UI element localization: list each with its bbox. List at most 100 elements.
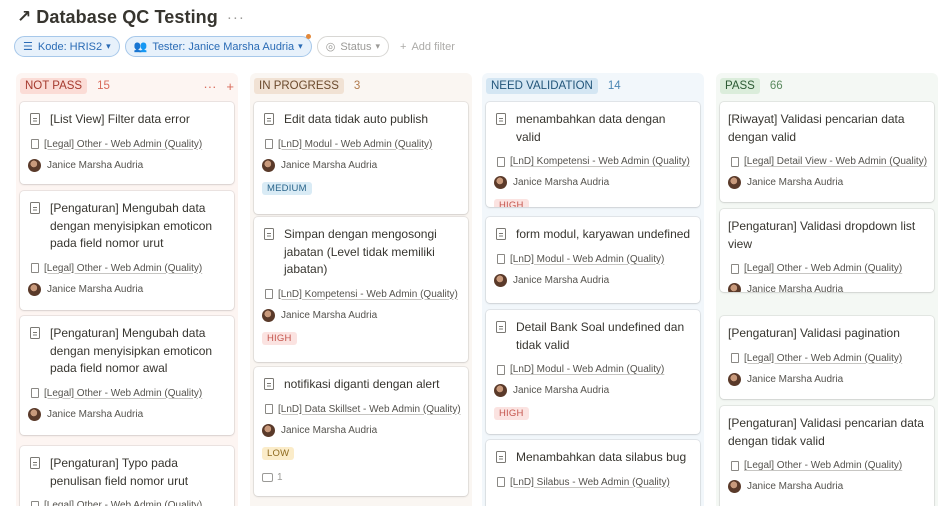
card-relation-text: [LnD] Silabus - Web Admin (Quality) [510, 476, 670, 488]
card-title-text: [Pengaturan] Validasi pencarian data den… [728, 416, 924, 448]
comment-icon [262, 472, 273, 482]
card-tester-name: Janice Marsha Audria [281, 159, 378, 171]
task-card[interactable]: [List View] Filter data error [Legal] Oth… [20, 102, 234, 184]
linked-database-arrow-icon[interactable]: ↗ [17, 7, 31, 27]
filter-status[interactable]: ◎ Status ▾ [316, 36, 390, 57]
card-tester: Janice Marsha Audria [28, 407, 226, 421]
task-card[interactable]: Menambahkan data silabus bug [LnD] Silabu… [486, 440, 700, 506]
card-relation-text: [LnD] Modul - Web Admin (Quality) [278, 138, 433, 150]
card-tester: Janice Marsha Audria [28, 158, 226, 172]
priority-badge: MEDIUM [262, 181, 312, 195]
avatar [728, 480, 741, 493]
column-more-icon[interactable]: ··· [203, 79, 216, 94]
task-card[interactable]: [Pengaturan] Mengubah data dengan menyis… [20, 191, 234, 310]
task-card[interactable]: [Pengaturan] Mengubah data dengan menyis… [20, 316, 234, 435]
task-card[interactable]: [Pengaturan] Validasi dropdown list view… [720, 209, 934, 292]
column-add-icon[interactable]: + [226, 79, 234, 94]
card-relation[interactable]: [LnD] Silabus - Web Admin (Quality) [494, 477, 692, 488]
card-relation[interactable]: [LnD] Kompetensi - Web Admin (Quality) [262, 289, 460, 300]
card-title-text: Menambahkan data silabus bug [516, 450, 687, 464]
column-tools: ··· + [203, 79, 234, 94]
card-title-text: notifikasi diganti dengan alert [284, 377, 440, 391]
card-tester-name: Janice Marsha Audria [47, 283, 144, 295]
add-filter-button[interactable]: + Add filter [394, 36, 461, 57]
page-title[interactable]: Database QC Testing [36, 7, 218, 28]
card-title-text: menambahkan data dengan valid [516, 112, 666, 144]
card-title: menambahkan data dengan valid [494, 111, 692, 146]
comment-count[interactable]: 1 [262, 472, 460, 483]
plus-icon: + [400, 40, 407, 53]
column-count: 14 [607, 80, 621, 92]
task-card[interactable]: Detail Bank Soal undefined dan tidak val… [486, 310, 700, 434]
card-tester: Janice Marsha Audria [728, 176, 926, 189]
card-title: Menambahkan data silabus bug [494, 449, 692, 467]
relation-page-icon [265, 404, 273, 414]
more-options-icon[interactable]: ··· [227, 9, 245, 26]
task-card[interactable]: form modul, karyawan undefined [LnD] Modu… [486, 217, 700, 303]
relation-page-icon [497, 477, 505, 487]
avatar [262, 423, 275, 437]
card-tester: Janice Marsha Audria [262, 423, 460, 437]
card-relation[interactable]: [LnD] Modul - Web Admin (Quality) [494, 254, 692, 265]
relation-page-icon [265, 289, 273, 299]
card-relation[interactable]: [Legal] Other - Web Admin (Quality) [728, 353, 926, 364]
page-icon [496, 451, 506, 463]
card-relation[interactable]: [LnD] Kompetensi - Web Admin (Quality) [494, 156, 692, 167]
card-title: [Riwayat] Validasi pencarian data dengan… [728, 111, 926, 146]
card-relation[interactable]: [LnD] Modul - Web Admin (Quality) [494, 364, 692, 375]
priority-badge: HIGH [494, 407, 529, 420]
card-relation[interactable]: [Legal] Other - Web Admin (Quality) [28, 139, 226, 150]
card-title: notifikasi diganti dengan alert [262, 376, 460, 394]
card-title-text: [Pengaturan] Mengubah data dengan menyis… [50, 201, 213, 250]
task-card[interactable]: Edit data tidak auto publish [LnD] Modul … [254, 102, 468, 214]
card-title-text: [Pengaturan] Mengubah data dengan menyis… [50, 326, 213, 375]
card-tester: Janice Marsha Audria [494, 176, 692, 189]
avatar [494, 273, 507, 287]
column-status-pill[interactable]: PASS [720, 78, 760, 94]
card-relation-text: [Legal] Other - Web Admin (Quality) [744, 460, 903, 471]
task-card[interactable]: [Pengaturan] Typo pada penulisan field n… [20, 446, 234, 506]
task-card[interactable]: [Pengaturan] Validasi pencarian data den… [720, 406, 934, 506]
relation-page-icon [497, 254, 505, 264]
card-relation[interactable]: [Legal] Detail View - Web Admin (Quality… [728, 156, 927, 167]
comment-count-text: 1 [277, 471, 283, 483]
card-relation-text: [Legal] Other - Web Admin (Quality) [44, 387, 203, 399]
card-relation[interactable]: [Legal] Other - Web Admin (Quality) [728, 263, 926, 274]
card-relation-text: [Legal] Other - Web Admin (Quality) [744, 263, 903, 274]
card-tester: Janice Marsha Audria [728, 480, 926, 493]
column-status-pill[interactable]: NEED VALIDATION [486, 78, 598, 94]
board-column: NEED VALIDATION 14 menambahkan data dengan… [482, 73, 704, 506]
task-card[interactable]: [Riwayat] Validasi pencarian data dengan… [720, 102, 934, 202]
priority-badge: HIGH [494, 199, 529, 207]
task-card[interactable]: menambahkan data dengan valid [LnD] Kompe… [486, 102, 700, 207]
card-tester: Janice Marsha Audria [728, 283, 926, 292]
task-card[interactable]: Simpan dengan mengosongi jabatan (Level … [254, 217, 468, 362]
card-relation[interactable]: [Legal] Other - Web Admin (Quality) [28, 500, 226, 506]
task-card[interactable]: [Pengaturan] Validasi pagination [Legal] … [720, 316, 934, 399]
people-icon: 👥 [133, 41, 148, 53]
relation-page-icon [31, 500, 39, 506]
column-status-pill[interactable]: IN PROGRESS [254, 78, 344, 94]
page-icon [264, 378, 274, 390]
card-relation[interactable]: [Legal] Other - Web Admin (Quality) [28, 263, 226, 274]
card-relation[interactable]: [Legal] Other - Web Admin (Quality) [728, 460, 926, 471]
filter-kode[interactable]: ☰ Kode: HRIS2 ▾ [14, 36, 120, 57]
card-tester-name: Janice Marsha Audria [513, 177, 610, 188]
card-relation[interactable]: [Legal] Other - Web Admin (Quality) [28, 388, 226, 399]
column-status-pill[interactable]: NOT PASS [20, 78, 88, 94]
card-title-text: Detail Bank Soal undefined dan tidak val… [516, 320, 685, 352]
filter-tester[interactable]: 👥 Tester: Janice Marsha Audria ▾ [124, 34, 312, 57]
card-relation-text: [Legal] Other - Web Admin (Quality) [44, 138, 203, 150]
avatar [28, 407, 41, 421]
card-relation[interactable]: [LnD] Modul - Web Admin (Quality) [262, 139, 460, 150]
page-icon [30, 113, 40, 125]
unsaved-indicator-dot [305, 34, 311, 39]
page-icon [30, 202, 40, 214]
task-card[interactable]: notifikasi diganti dengan alert [LnD] Dat… [254, 367, 468, 496]
page-title-row: ↗ Database QC Testing ··· [17, 6, 245, 28]
card-title: [Pengaturan] Typo pada penulisan field n… [28, 455, 226, 490]
card-relation[interactable]: [LnD] Data Skillset - Web Admin (Quality… [262, 404, 461, 415]
card-tester-name: Janice Marsha Audria [747, 284, 844, 292]
card-relation-text: [Legal] Other - Web Admin (Quality) [744, 352, 903, 364]
card-tester-name: Janice Marsha Audria [747, 177, 844, 188]
